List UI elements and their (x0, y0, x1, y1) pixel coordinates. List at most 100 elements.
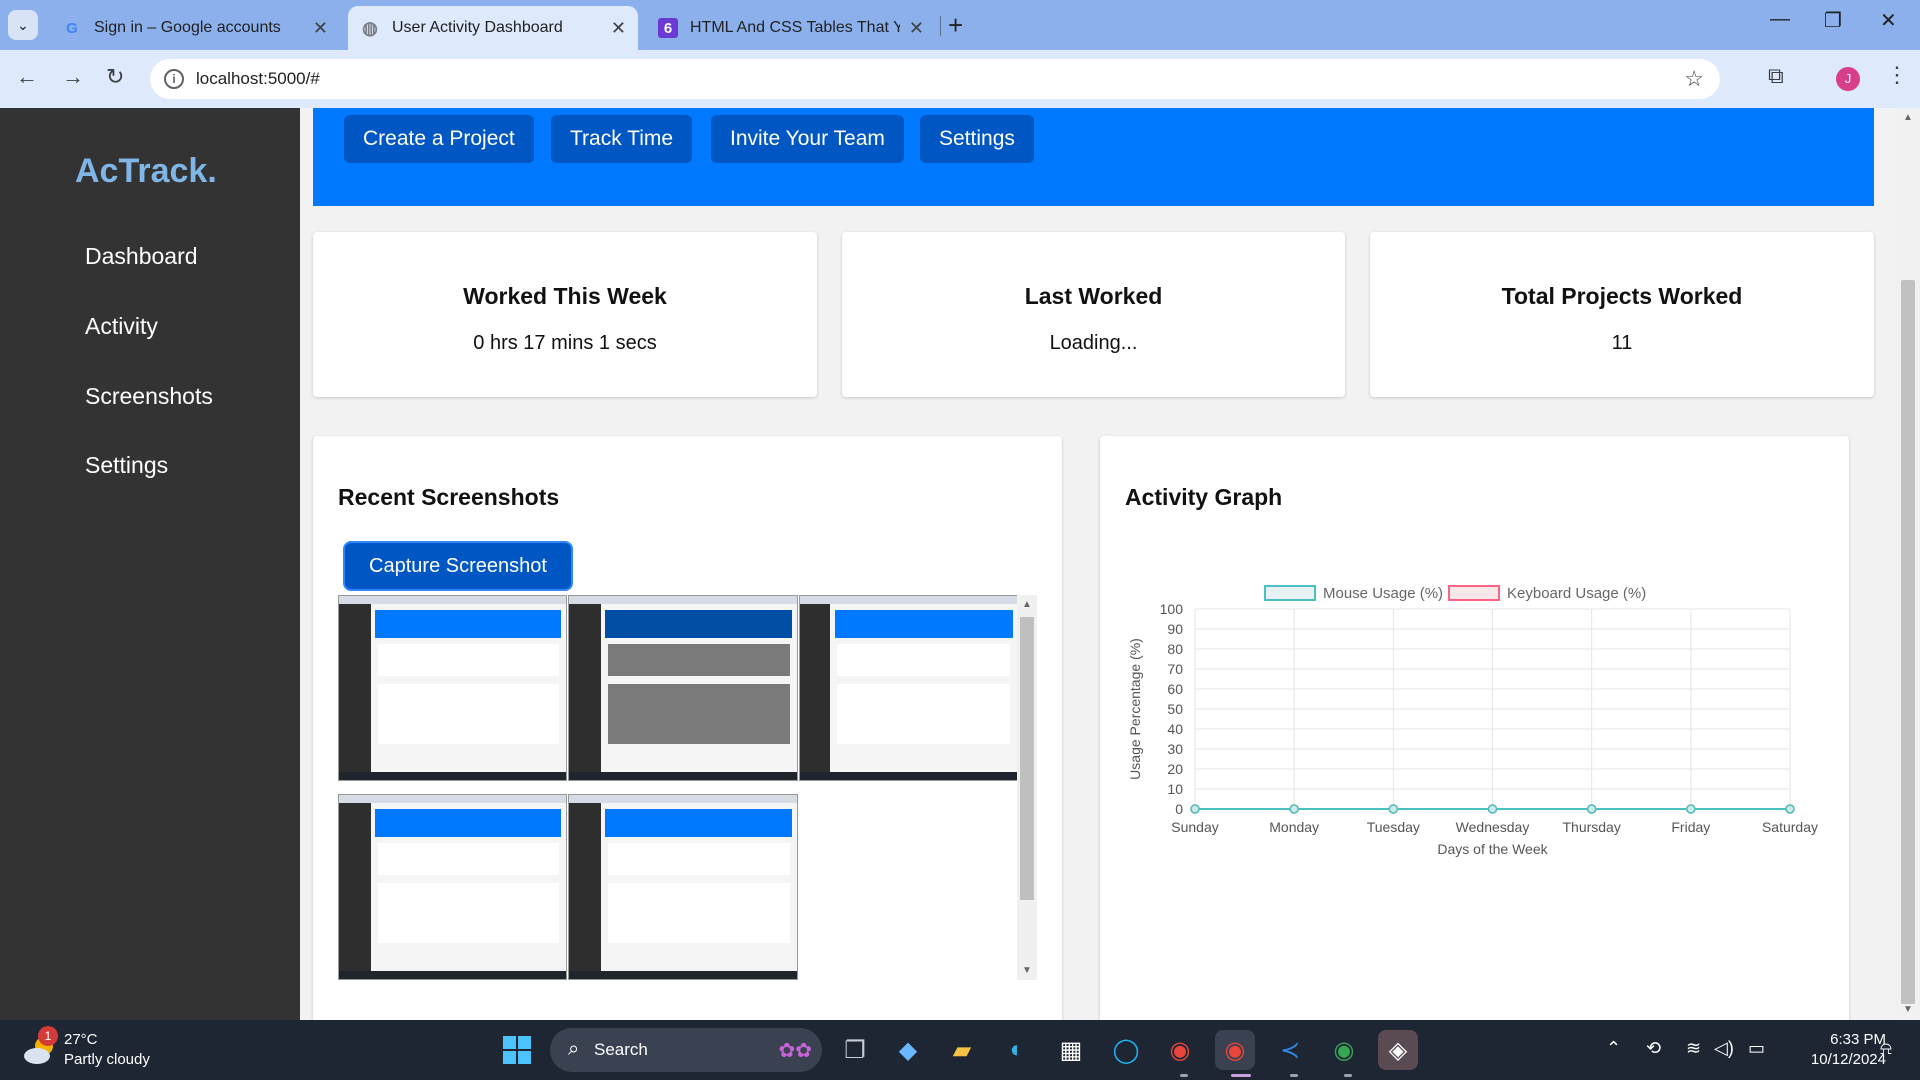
screenshot-thumbnail[interactable] (799, 595, 1018, 781)
site-info-icon[interactable]: i (164, 69, 184, 89)
windows-start-icon[interactable] (497, 1030, 537, 1070)
close-tab-icon[interactable]: ✕ (611, 18, 626, 39)
scrollbar-thumb[interactable] (1901, 280, 1915, 1004)
windows-logo-icon (503, 1036, 531, 1064)
sidebar-item-screenshots[interactable]: Screenshots (85, 383, 213, 410)
close-tab-icon[interactable]: ✕ (313, 18, 328, 39)
browser-menu-icon[interactable]: ⋮ (1886, 62, 1908, 88)
stat-card-total-projects: Total Projects Worked 11 (1370, 232, 1874, 397)
sidebar-item-dashboard[interactable]: Dashboard (85, 243, 198, 270)
sync-icon[interactable]: ⟲ (1646, 1038, 1661, 1059)
stat-title: Total Projects Worked (1501, 283, 1743, 309)
show-hidden-icons-icon[interactable]: ⌃ (1606, 1038, 1621, 1059)
chrome-profile-icon[interactable]: ◉ (1160, 1030, 1200, 1070)
running-indicator (1344, 1074, 1352, 1077)
x-tick-label: Friday (1671, 819, 1710, 835)
x-tick-label: Sunday (1171, 819, 1218, 835)
battery-icon[interactable]: ▭ (1748, 1038, 1765, 1059)
screenshot-thumbnail[interactable] (338, 794, 567, 980)
data-point (1289, 804, 1299, 814)
scroll-down-icon[interactable]: ▼ (1022, 965, 1032, 976)
active-indicator (1231, 1074, 1251, 1077)
reload-icon[interactable]: ↻ (106, 64, 124, 90)
system-clock[interactable]: 6:33 PM 10/12/2024 (1786, 1030, 1886, 1070)
stat-title: Worked This Week (463, 283, 667, 309)
sidebar-item-settings[interactable]: Settings (85, 452, 168, 479)
y-tick-label: 100 (1160, 601, 1184, 617)
panel-title: Activity Graph (1125, 484, 1283, 510)
clock-time: 6:33 PM (1830, 1031, 1886, 1048)
y-tick-label: 10 (1167, 781, 1183, 797)
search-icon: ⌕ (568, 1038, 580, 1060)
screenshot-thumbnail[interactable] (568, 595, 798, 781)
settings-button[interactable]: Settings (920, 115, 1034, 163)
address-bar[interactable]: i localhost:5000/# ☆ (150, 59, 1720, 99)
sidebar: AcTrack. Dashboard Activity Screenshots … (0, 108, 300, 1020)
search-highlight-icon: ✿✿ (778, 1040, 812, 1062)
running-indicator (1180, 1074, 1188, 1077)
bookmark-star-icon[interactable]: ☆ (1684, 66, 1704, 92)
alexa-icon[interactable]: ◯ (1106, 1030, 1146, 1070)
invite-team-button[interactable]: Invite Your Team (711, 115, 904, 163)
track-time-button[interactable]: Track Time (551, 115, 693, 163)
tab-title: User Activity Dashboard (392, 19, 563, 36)
weather-description: Partly cloudy (64, 1051, 150, 1068)
forward-icon[interactable]: → (62, 64, 84, 90)
y-tick-label: 50 (1167, 701, 1183, 717)
chrome-profile-icon[interactable]: ◉ (1324, 1030, 1364, 1070)
edge-browser-icon[interactable]: ◐ (997, 1030, 1037, 1070)
mongodb-compass-icon[interactable]: ◈ (1378, 1030, 1418, 1070)
page-scrollbar[interactable]: ▲ ▼ (1896, 108, 1920, 1020)
file-explorer-icon[interactable]: ▰ (942, 1030, 982, 1070)
windows-taskbar: 1 27°C Partly cloudy ⌕ Search ✿✿ ❐ ◆ ▰ ◐… (0, 1020, 1920, 1080)
y-tick-label: 30 (1167, 741, 1183, 757)
volume-icon[interactable]: ◁) (1714, 1038, 1734, 1059)
notifications-icon[interactable]: ⍾ (1880, 1038, 1892, 1059)
minimize-icon[interactable]: — (1770, 8, 1790, 31)
back-icon[interactable]: ← (16, 64, 38, 90)
scrollbar-thumb[interactable] (1020, 617, 1034, 900)
data-point (1785, 804, 1795, 814)
restore-icon[interactable]: ❐ (1824, 8, 1842, 33)
task-view-icon[interactable]: ❐ (835, 1030, 875, 1070)
close-tab-icon[interactable]: ✕ (909, 18, 924, 39)
data-point (1686, 804, 1696, 814)
profile-avatar[interactable]: J (1836, 67, 1860, 91)
chrome-active-icon[interactable]: ◉ (1215, 1030, 1255, 1070)
scroll-up-icon[interactable]: ▲ (1022, 599, 1032, 610)
data-point (1586, 804, 1597, 814)
y-tick-label: 60 (1167, 681, 1183, 697)
microsoft-store-icon[interactable]: ▦ (1051, 1030, 1091, 1070)
close-window-icon[interactable]: ✕ (1880, 8, 1897, 33)
activity-graph-panel: Activity Graph Mouse Usage (%) Keyboard U… (1100, 436, 1849, 1020)
tab-user-activity-dashboard[interactable]: ◍ User Activity Dashboard ✕ (348, 6, 638, 50)
panel-title: Recent Screenshots (338, 484, 560, 510)
tab-search-menu-icon[interactable]: ⌄ (8, 10, 38, 40)
wifi-icon[interactable]: ≋ (1686, 1038, 1701, 1059)
screenshot-thumbnail[interactable] (568, 794, 798, 980)
sidebar-item-activity[interactable]: Activity (85, 313, 158, 340)
y-axis-label: Usage Percentage (%) (1127, 638, 1143, 780)
capture-screenshot-button[interactable]: Capture Screenshot (343, 541, 573, 591)
activity-chart: Mouse Usage (%) Keyboard Usage (%)1009080… (1127, 585, 1818, 857)
stat-value: 11 (1611, 332, 1633, 354)
gallery-vertical-scrollbar[interactable]: ▲ ▼ (1017, 595, 1037, 980)
create-project-button[interactable]: Create a Project (344, 115, 534, 163)
tab-title: Sign in – Google accounts (94, 19, 281, 36)
extensions-icon[interactable]: ⧉ (1768, 63, 1784, 89)
tab-html-css-tables[interactable]: 6 HTML And CSS Tables That You ✕ (646, 6, 936, 50)
y-tick-label: 70 (1167, 661, 1183, 677)
taskbar-search[interactable]: ⌕ Search ✿✿ (550, 1028, 822, 1072)
new-tab-icon[interactable]: + (948, 10, 963, 41)
y-tick-label: 0 (1175, 801, 1183, 817)
x-axis-label: Days of the Week (1437, 841, 1548, 857)
scroll-up-icon[interactable]: ▲ (1903, 112, 1913, 123)
stat-card-last-worked: Last Worked Loading... (842, 232, 1345, 397)
tab-google-sign-in[interactable]: G Sign in – Google accounts ✕ (50, 6, 340, 50)
data-point (1388, 804, 1399, 814)
scroll-down-icon[interactable]: ▼ (1903, 1004, 1913, 1015)
copilot-icon[interactable]: ◆ (888, 1030, 928, 1070)
screenshot-thumbnail[interactable] (338, 595, 567, 781)
vscode-icon[interactable]: ≺ (1270, 1030, 1310, 1070)
brand-logo: AcTrack. (75, 152, 217, 190)
